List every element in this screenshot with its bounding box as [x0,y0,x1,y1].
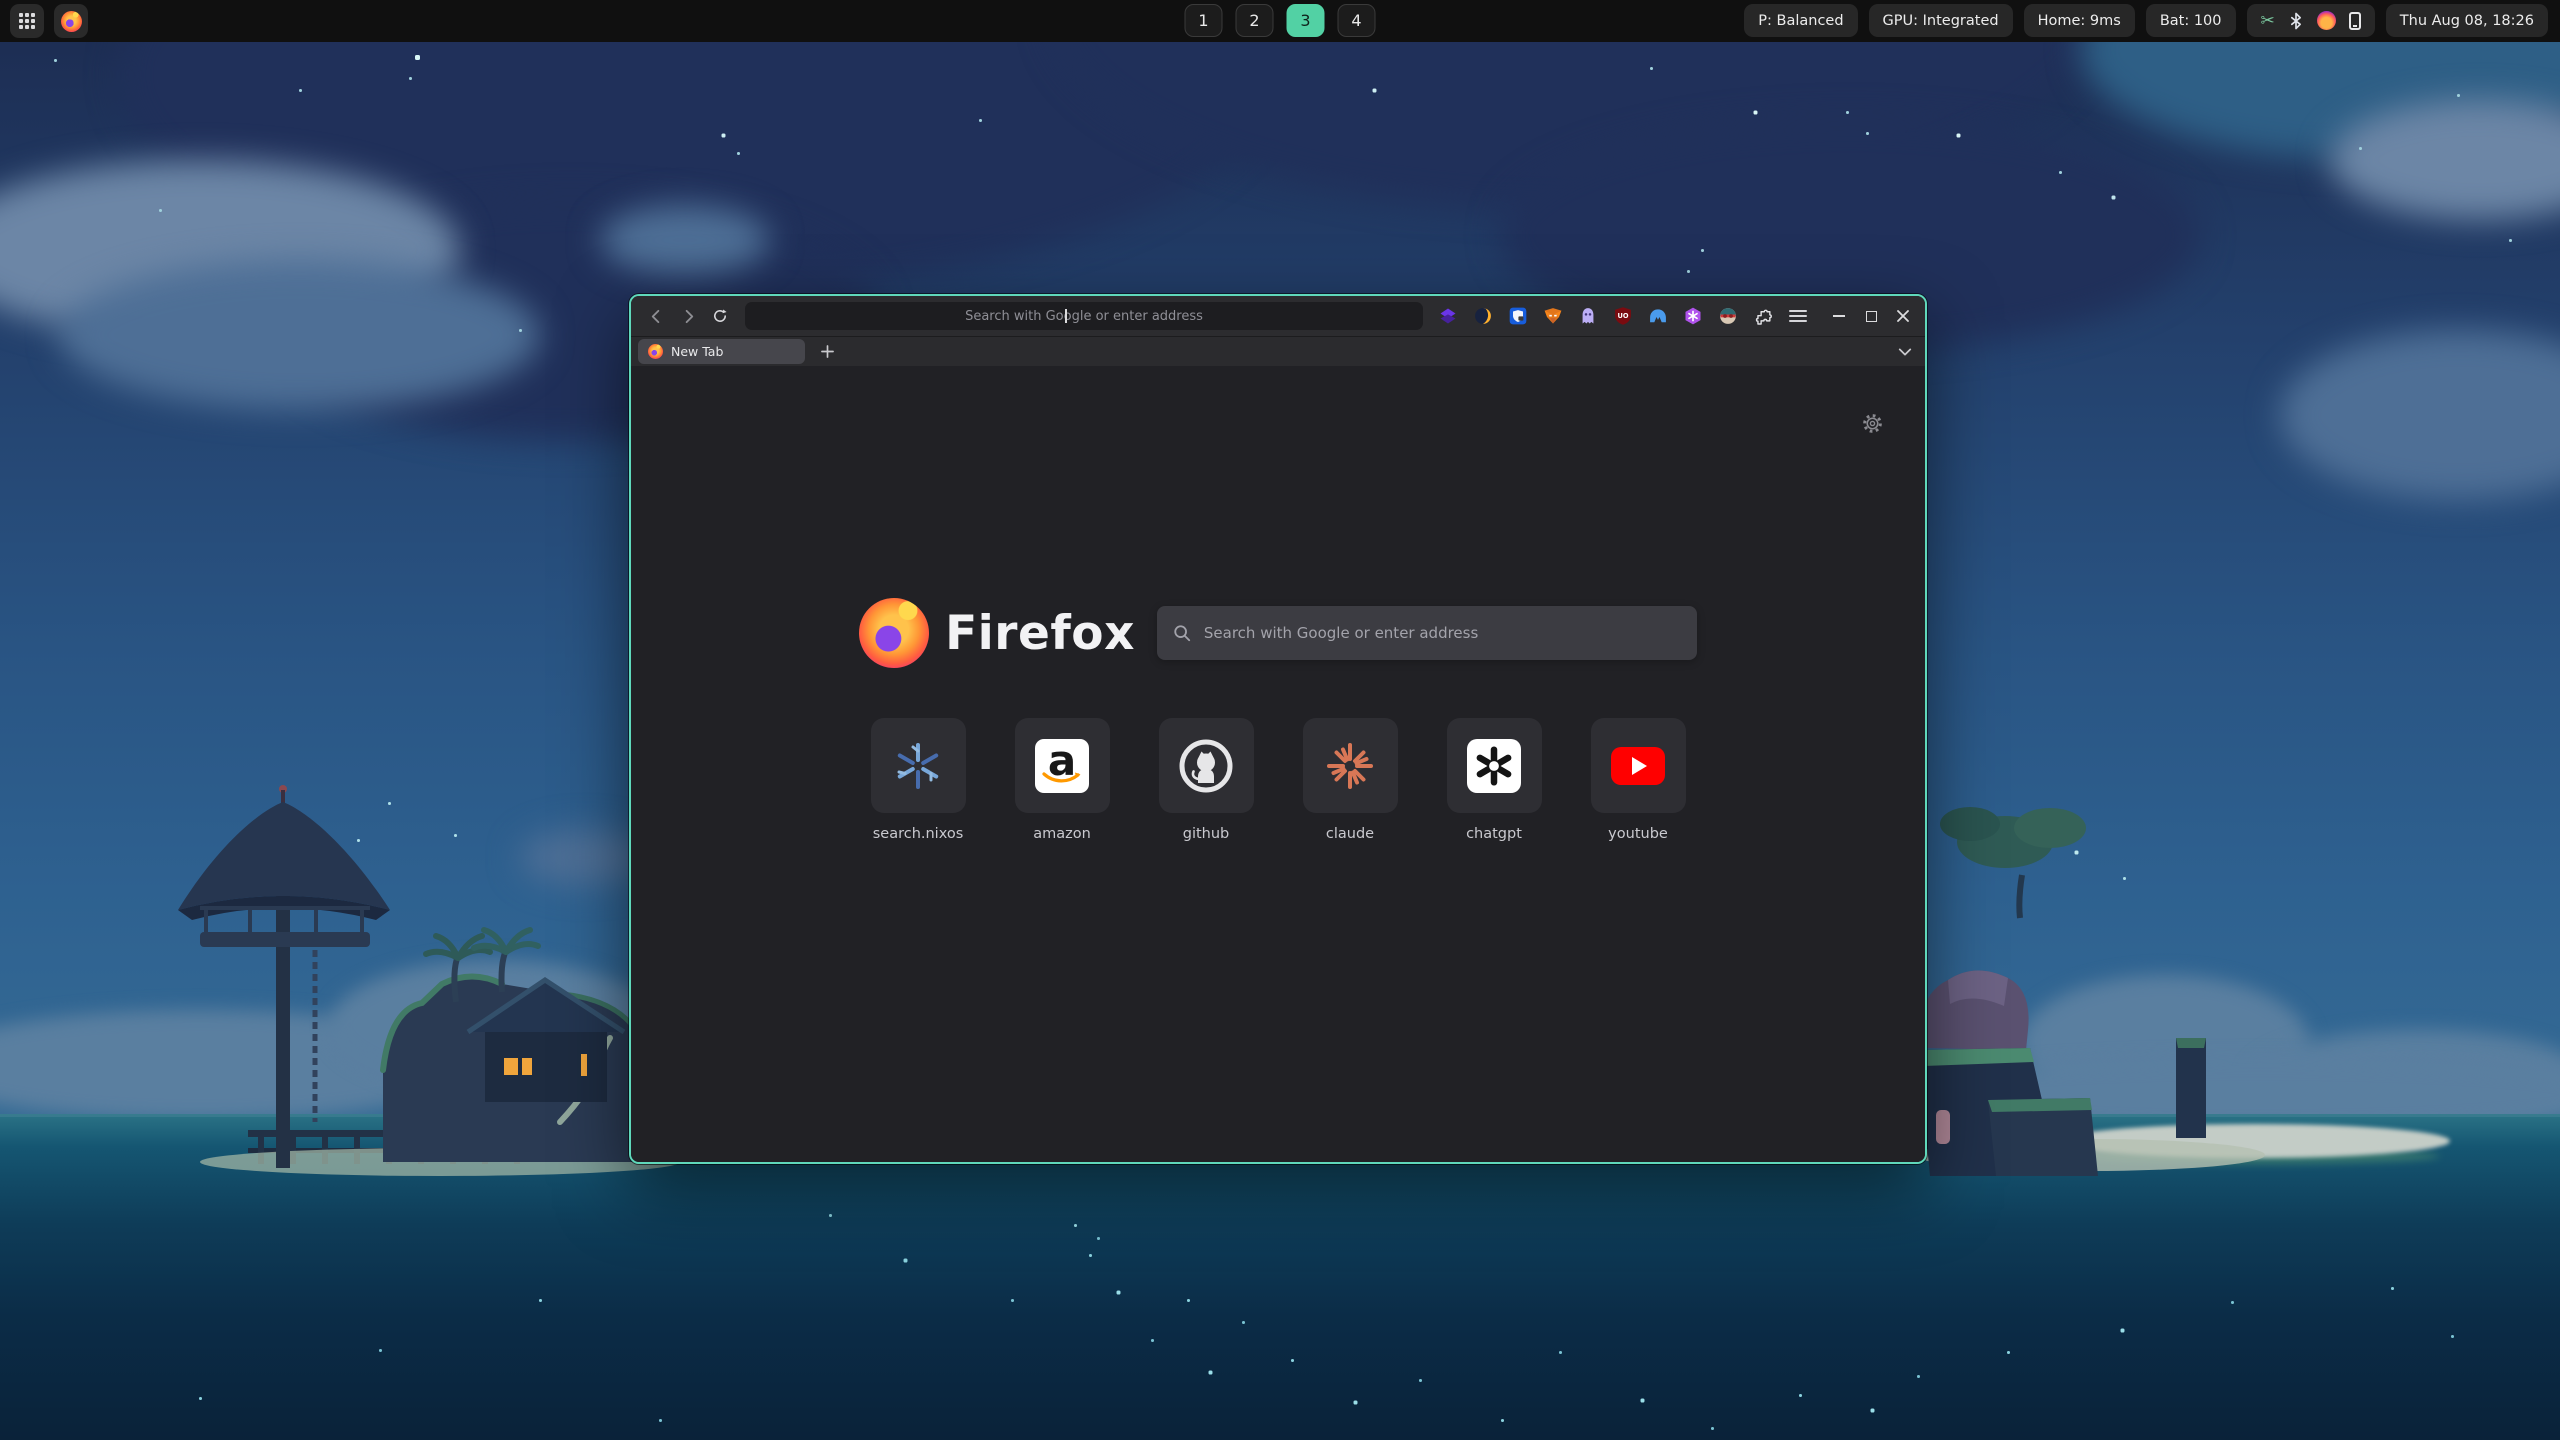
newtab-search-placeholder: Search with Google or enter address [1204,624,1478,642]
power-profile-status: P: Balanced [1744,4,1857,37]
shortcut-tiles: search.nixos a amazon [631,718,1925,842]
shortcut-label: claude [1326,826,1374,842]
youtube-play-icon [1611,747,1665,785]
top-status-bar: 1 2 3 4 P: Balanced GPU: Integrated Home… [0,0,2560,42]
github-octocat-icon [1178,738,1234,794]
shortcut-youtube[interactable]: youtube [1591,718,1686,842]
app-menu-button[interactable] [1785,303,1811,329]
shortcut-github[interactable]: github [1159,718,1254,842]
window-controls [1831,308,1915,324]
forward-button[interactable] [673,302,703,330]
system-tray: ✂ [2247,4,2375,37]
ublock-origin-extension-icon[interactable]: UO [1610,303,1636,329]
reload-button[interactable] [705,302,735,330]
claude-starburst-icon [1324,740,1376,792]
shortcut-chatgpt[interactable]: chatgpt [1447,718,1542,842]
shortcut-amazon[interactable]: a amazon [1015,718,1110,842]
shortcut-label: youtube [1608,826,1668,842]
apps-grid-icon [19,13,35,29]
workspace-1[interactable]: 1 [1185,4,1223,37]
flame-icon[interactable] [2317,11,2336,30]
new-tab-button[interactable] [814,340,840,364]
amazon-icon: a [1035,739,1089,793]
tab-strip: New Tab [631,336,1925,366]
list-all-tabs-button[interactable] [1892,340,1918,364]
spy-extension-icon[interactable] [1715,303,1741,329]
shortcut-search-nixos[interactable]: search.nixos [871,718,966,842]
maximize-button[interactable] [1863,308,1879,324]
firefox-favicon [648,344,663,359]
shortcut-label: chatgpt [1466,826,1522,842]
scissors-icon[interactable]: ✂ [2261,11,2275,31]
light-cloud [60,260,540,410]
navigation-toolbar: Search with Google or enter address [631,296,1925,336]
cliff-island-art [1900,780,2320,1180]
workspace-3-active[interactable]: 3 [1287,4,1325,37]
ping-status: Home: 9ms [2024,4,2135,37]
workspace-2[interactable]: 2 [1236,4,1274,37]
newtab-search-field[interactable]: Search with Google or enter address [1157,606,1697,660]
workspace-4[interactable]: 4 [1338,4,1376,37]
light-cloud [600,205,770,275]
firefox-logo [859,598,929,668]
extension-toolbar: UO [1435,303,1811,329]
url-placeholder: Search with Google or enter address [965,309,1203,324]
nordvpn-extension-icon[interactable] [1645,303,1671,329]
firefox-launcher-button[interactable] [54,4,88,38]
openai-knot-icon [1467,739,1521,793]
url-bar[interactable]: Search with Google or enter address [745,302,1423,330]
bluetooth-icon[interactable] [2288,11,2304,31]
apps-launcher-button[interactable] [10,4,44,38]
personalize-newtab-button[interactable] [1859,410,1885,436]
battery-status: Bat: 100 [2146,4,2236,37]
shortcut-label: search.nixos [873,826,964,842]
back-button[interactable] [641,302,671,330]
workspace-switcher: 1 2 3 4 [1185,4,1376,37]
shortcut-label: github [1183,826,1230,842]
svg-text:UO: UO [1617,312,1628,320]
new-tab-page: Firefox Search with Google or enter addr… [631,366,1925,1162]
clock: Thu Aug 08, 18:26 [2386,4,2548,37]
light-cloud [2280,330,2560,500]
dark-reader-extension-icon[interactable] [1470,303,1496,329]
metamask-extension-icon[interactable] [1540,303,1566,329]
firefox-icon [61,11,82,32]
gear-icon [1862,413,1883,434]
firefox-window: Search with Google or enter address [629,294,1927,1164]
minimize-button[interactable] [1831,308,1847,324]
layers-extension-icon[interactable] [1435,303,1461,329]
close-button[interactable] [1895,308,1911,324]
ghostery-extension-icon[interactable] [1575,303,1601,329]
tab-title: New Tab [671,344,723,359]
gpu-status: GPU: Integrated [1869,4,2013,37]
bitwarden-extension-icon[interactable] [1505,303,1531,329]
text-caret [1065,309,1067,323]
tab-new-tab[interactable]: New Tab [638,339,805,364]
newtab-hero: Firefox Search with Google or enter addr… [631,598,1925,668]
search-icon [1173,624,1191,642]
firefox-wordmark: Firefox [945,606,1135,661]
nixos-snowflake-icon [892,740,944,792]
phone-icon[interactable] [2349,12,2361,30]
shortcut-label: amazon [1033,826,1091,842]
hamburger-icon [1789,310,1807,322]
extensions-puzzle-icon[interactable] [1750,303,1776,329]
hex-asterisk-extension-icon[interactable] [1680,303,1706,329]
shortcut-claude[interactable]: claude [1303,718,1398,842]
